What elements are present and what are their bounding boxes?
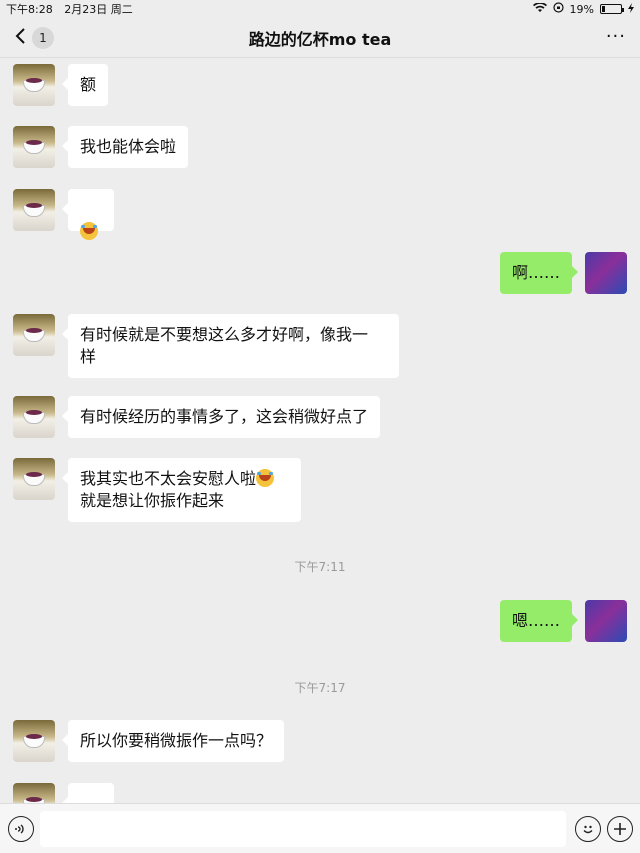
grinning-tears-emoji-icon: [256, 469, 275, 487]
message-list[interactable]: 额 我也能体会啦 啊…… 有时候就是不要想这么多才好啊，像我一 样 有时候经历的…: [0, 58, 640, 803]
contact-avatar[interactable]: [13, 64, 55, 106]
status-time: 下午8:28: [6, 3, 53, 16]
contact-avatar[interactable]: [13, 783, 55, 803]
wifi-icon: [532, 1, 547, 16]
my-avatar[interactable]: [585, 600, 627, 642]
chevron-left-icon: [14, 27, 26, 50]
plus-icon: [614, 823, 626, 835]
status-right: 19%: [532, 1, 634, 16]
message-bubble[interactable]: 我也能体会啦: [61, 126, 189, 168]
contact-avatar[interactable]: [13, 314, 55, 356]
message-bubble[interactable]: 啊……: [499, 252, 579, 294]
more-actions-button[interactable]: [607, 816, 633, 842]
chat-header: 1 路边的亿杯mo tea ···: [0, 18, 640, 58]
grinning-tears-emoji-icon: [80, 222, 98, 240]
message-bubble[interactable]: 我其实也不太会安慰人啦 就是想让你振作起来: [62, 458, 301, 522]
status-bar: 下午8:28 2月23日 周二 19%: [0, 0, 640, 18]
message-timestamp: 下午7:17: [294, 681, 346, 695]
message-text: 我其实也不太会安慰人啦: [80, 469, 257, 488]
voice-input-button[interactable]: [8, 816, 34, 842]
contact-avatar[interactable]: [13, 720, 55, 762]
message-bubble[interactable]: [62, 783, 114, 803]
status-left: 下午8:28 2月23日 周二: [6, 1, 141, 17]
contact-avatar[interactable]: [13, 458, 55, 500]
input-bar: [0, 803, 640, 853]
emoji-button[interactable]: [575, 816, 601, 842]
contact-avatar[interactable]: [13, 126, 55, 168]
back-button[interactable]: 1: [14, 26, 54, 50]
status-date: 2月23日 周二: [64, 3, 133, 16]
contact-avatar[interactable]: [13, 396, 55, 438]
message-bubble[interactable]: [62, 189, 114, 240]
orientation-lock-icon: [552, 2, 564, 16]
message-bubble[interactable]: 所以你要稍微振作一点吗？: [61, 720, 285, 762]
chat-title: 路边的亿杯mo tea: [248, 29, 392, 49]
message-bubble[interactable]: 嗯……: [499, 600, 579, 642]
message-bubble[interactable]: 有时候就是不要想这么多才好啊，像我一 样: [62, 314, 399, 378]
message-text: 就是想让你振作起来: [80, 491, 225, 510]
voice-icon: [15, 824, 24, 834]
message-input[interactable]: [40, 811, 566, 847]
more-button[interactable]: ···: [606, 28, 626, 46]
unread-count-badge: 1: [32, 27, 54, 49]
battery-icon: [600, 4, 624, 14]
message-timestamp: 下午7:11: [294, 560, 346, 574]
contact-avatar[interactable]: [13, 189, 55, 231]
smiley-icon: [583, 825, 593, 834]
charging-icon: [628, 2, 634, 16]
message-bubble[interactable]: 额: [61, 64, 109, 106]
battery-percent: 19%: [569, 2, 594, 16]
my-avatar[interactable]: [585, 252, 627, 294]
message-bubble[interactable]: 有时候经历的事情多了，这会稍微好点了: [61, 396, 381, 438]
